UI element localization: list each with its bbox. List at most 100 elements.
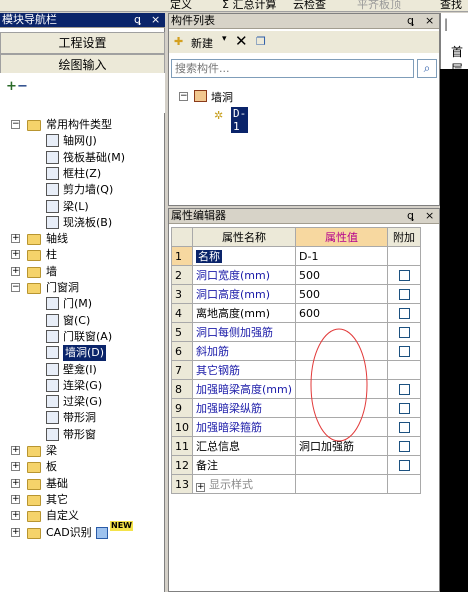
tree-node[interactable]: + CAD识别 NEW — [0, 520, 165, 541]
floor-label[interactable]: 首层 — [451, 43, 468, 77]
find-button[interactable]: 查找 — [440, 0, 462, 11]
tree-node[interactable]: 过梁(G) — [0, 394, 165, 410]
property-value[interactable] — [295, 379, 389, 399]
expand-icon[interactable]: + — [11, 446, 20, 455]
tree-node[interactable]: + 轴线 — [0, 231, 165, 247]
close-icon[interactable]: × — [425, 14, 434, 28]
extra-checkbox[interactable] — [398, 384, 410, 395]
extra-checkbox[interactable] — [398, 270, 410, 281]
tree-node[interactable]: 壁龛(I) — [0, 362, 165, 378]
tree-node[interactable]: 带形窗 — [0, 427, 165, 443]
collapse-icon[interactable]: − — [179, 92, 188, 101]
cloud-check-button[interactable]: 云检查 — [293, 0, 326, 11]
property-row[interactable]: 2 洞口宽度(mm) 500 — [171, 265, 422, 285]
copy-icon[interactable]: ❐ — [256, 35, 266, 48]
extra-checkbox[interactable] — [398, 441, 410, 452]
expand-icon[interactable]: + — [196, 483, 205, 492]
extra-checkbox[interactable] — [398, 327, 410, 338]
tree-node[interactable]: + 墙 — [0, 264, 165, 280]
tree-node[interactable]: − 常用构件类型 — [0, 117, 165, 133]
extra-checkbox[interactable] — [398, 289, 410, 300]
expand-icon[interactable]: + — [11, 494, 20, 504]
expand-icon[interactable]: + — [11, 462, 20, 472]
tree-node[interactable]: − 门窗洞 — [0, 280, 165, 296]
property-row[interactable]: 1 名称 D-1 — [171, 246, 422, 266]
property-value[interactable]: 洞口加强筋 — [295, 436, 389, 456]
property-value[interactable] — [295, 360, 389, 380]
component-item-d1[interactable]: D-1 — [231, 107, 249, 133]
chevron-down-icon[interactable]: ▾ — [222, 34, 227, 44]
property-row[interactable]: 4 离地高度(mm) 600 — [171, 303, 422, 323]
tree-node[interactable]: 门联窗(A) — [0, 329, 165, 345]
project-settings-button[interactable]: 工程设置 — [0, 32, 165, 54]
extra-checkbox[interactable] — [398, 308, 410, 319]
component-search-input[interactable] — [171, 59, 414, 78]
property-value[interactable] — [295, 417, 389, 437]
property-row[interactable]: 10 加强暗梁箍筋 — [171, 417, 422, 437]
close-icon[interactable]: × — [151, 13, 160, 27]
tree-node[interactable]: 现浇板(B) — [0, 215, 165, 231]
expand-icon[interactable]: + — [11, 478, 20, 488]
tree-node[interactable]: 剪力墙(Q) — [0, 182, 165, 198]
collapse-all-icon[interactable]: − — [17, 79, 28, 94]
tree-node[interactable]: 连梁(G) — [0, 378, 165, 394]
extra-checkbox[interactable] — [398, 422, 410, 433]
property-row[interactable]: 5 洞口每侧加强筋 — [171, 322, 422, 342]
property-value[interactable] — [295, 398, 389, 418]
tree-node[interactable]: + 基础 — [0, 476, 165, 492]
property-row[interactable]: 9 加强暗梁纵筋 — [171, 398, 422, 418]
property-value[interactable]: D-1 — [295, 246, 389, 266]
search-icon[interactable]: ⌕ — [417, 59, 437, 78]
new-icon[interactable]: ✚ — [174, 35, 183, 48]
pin-icon[interactable]: ꝗ — [134, 13, 141, 27]
tree-node[interactable]: 窗(C) — [0, 313, 165, 329]
expand-icon[interactable]: + — [11, 250, 20, 260]
property-value[interactable]: 600 — [295, 303, 389, 323]
tree-node[interactable]: + 其它 — [0, 492, 165, 508]
close-icon[interactable]: × — [425, 209, 434, 223]
tree-node[interactable]: 轴网(J) — [0, 133, 165, 149]
expand-icon[interactable]: + — [11, 234, 20, 244]
property-value[interactable]: 500 — [295, 265, 389, 285]
property-row[interactable]: 8 加强暗梁高度(mm) — [171, 379, 422, 399]
align-slab-button[interactable]: 平齐板顶 — [357, 0, 401, 11]
property-row[interactable]: 11 汇总信息 洞口加强筋 — [171, 436, 422, 456]
pin-icon[interactable]: ꝗ — [407, 14, 414, 28]
property-value[interactable]: 500 — [295, 284, 389, 304]
expand-icon[interactable]: + — [11, 511, 20, 521]
property-row[interactable]: 6 斜加筋 — [171, 341, 422, 361]
property-row[interactable]: 12 备注 — [171, 455, 422, 475]
extra-checkbox[interactable] — [398, 346, 410, 357]
tree-node[interactable]: 门(M) — [0, 296, 165, 312]
extra-checkbox[interactable] — [398, 460, 410, 471]
property-value[interactable] — [295, 474, 389, 494]
property-row[interactable]: 3 洞口高度(mm) 500 — [171, 284, 422, 304]
tree-node[interactable]: 筏板基础(M) — [0, 150, 165, 166]
tree-node[interactable]: 框柱(Z) — [0, 166, 165, 182]
property-value[interactable] — [295, 341, 389, 361]
extra-checkbox[interactable] — [398, 403, 410, 414]
tree-node[interactable]: + 梁 — [0, 443, 165, 459]
tree-node[interactable]: 带形洞 — [0, 410, 165, 426]
expand-all-icon[interactable]: + — [6, 79, 17, 94]
define-button[interactable]: 定义 — [170, 0, 192, 11]
expand-icon[interactable]: + — [11, 527, 20, 537]
property-row[interactable]: 7 其它钢筋 — [171, 360, 422, 380]
summary-calc-button[interactable]: Σ 汇总计算 — [222, 0, 276, 11]
tree-root-label[interactable]: 墙洞 — [211, 89, 233, 105]
delete-icon[interactable]: ✕ — [235, 32, 248, 50]
property-row[interactable]: 13 + 显示样式 — [171, 474, 422, 494]
property-value[interactable] — [295, 455, 389, 475]
tree-node[interactable]: + 板 — [0, 459, 165, 475]
collapse-icon[interactable]: − — [11, 120, 20, 129]
new-button[interactable]: 新建 — [191, 35, 213, 51]
collapse-icon[interactable]: − — [11, 283, 20, 292]
tree-node[interactable]: 墙洞(D) — [0, 345, 165, 362]
drawing-canvas[interactable] — [440, 13, 468, 592]
tree-node[interactable]: 梁(L) — [0, 199, 165, 215]
tree-node[interactable]: + 柱 — [0, 247, 165, 263]
tree-node[interactable]: + 自定义 — [0, 508, 165, 524]
pin-icon[interactable]: ꝗ — [407, 209, 414, 223]
property-value[interactable] — [295, 322, 389, 342]
expand-icon[interactable]: + — [11, 266, 20, 276]
